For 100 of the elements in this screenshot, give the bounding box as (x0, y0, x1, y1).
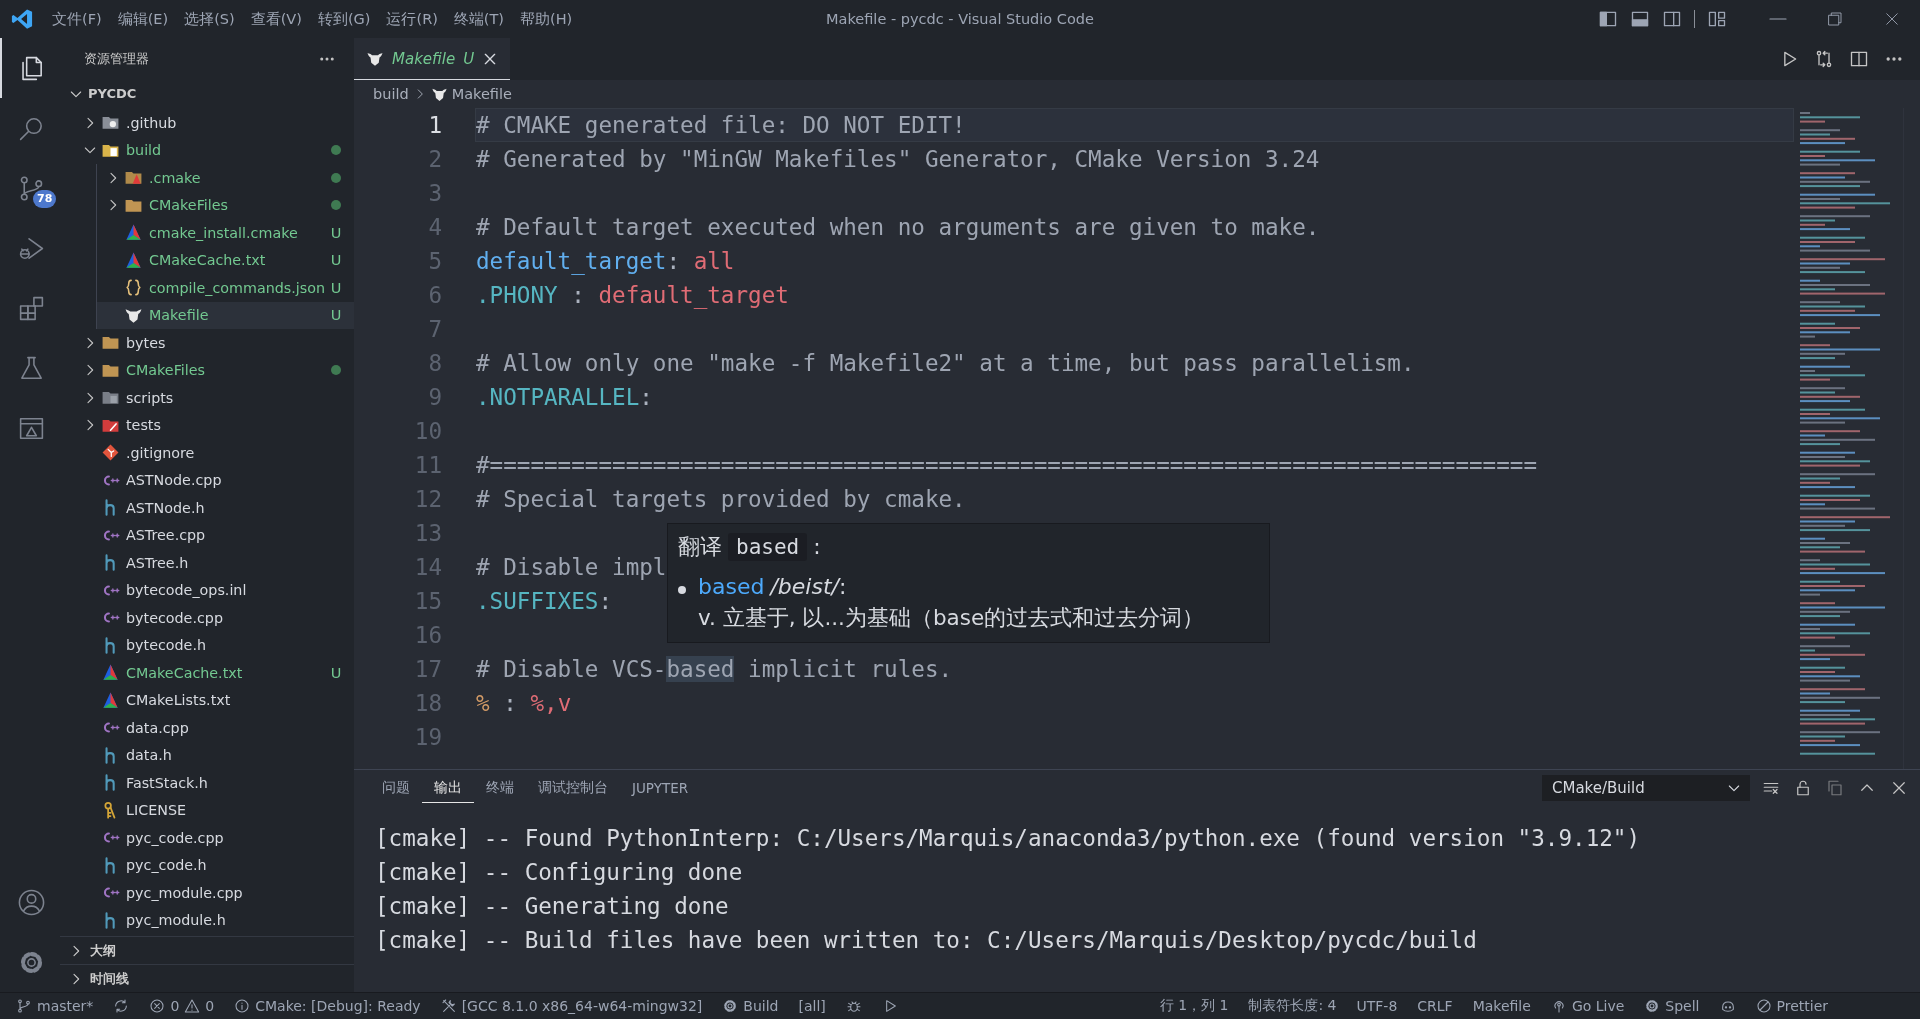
tree-item[interactable]: tests (60, 411, 354, 439)
section-header[interactable]: 大纲 (60, 936, 354, 964)
status-item[interactable]: Spell (1644, 998, 1700, 1014)
menu-item[interactable]: 转到(G) (310, 6, 378, 32)
line-number: 10 (413, 417, 442, 446)
tree-item[interactable]: CMakeFiles (60, 356, 354, 384)
tree-item[interactable]: CMakeCache.txt U (60, 659, 354, 687)
tree-item[interactable]: pyc_code.cpp (60, 824, 354, 852)
tree-item[interactable]: bytecode.h (60, 631, 354, 659)
tree-item[interactable]: ASTNode.cpp (60, 466, 354, 494)
code-line: # Disable VCS-based implicit rules. (475, 655, 954, 684)
file-name: pyc_code.h (126, 857, 207, 874)
triangle-icon (124, 250, 143, 270)
tree-item[interactable]: .cmake (97, 164, 354, 192)
sync-icon (113, 998, 130, 1014)
file-name: bytecode.cpp (126, 609, 223, 626)
panel-tab[interactable]: 输出 (422, 773, 474, 803)
tree-item[interactable]: bytecode.cpp (60, 604, 354, 632)
status-item[interactable]: [all] (798, 998, 826, 1014)
line-number: 18 (413, 689, 442, 718)
panel-tab[interactable]: 调试控制台 (526, 773, 620, 803)
file-name: ASTNode.cpp (126, 472, 222, 489)
status-item[interactable]: Go Live (1550, 998, 1625, 1014)
tree-item[interactable]: CMakeFiles (97, 191, 354, 219)
tree-item[interactable]: .github (60, 109, 354, 137)
folder-name: scripts (126, 389, 174, 406)
output-channel-dropdown[interactable]: CMake/Build (1542, 775, 1750, 801)
window-title: Makefile - pycdc - Visual Studio Code (826, 11, 1094, 27)
folder-header[interactable]: PYCDC (60, 80, 354, 107)
status-item[interactable]: 行 1，列 1 (1159, 997, 1229, 1015)
status-item[interactable]: UTF-8 (1356, 998, 1398, 1014)
error-count: 0 (170, 998, 180, 1014)
file-name: ASTree.cpp (126, 527, 206, 544)
tree-item[interactable]: CMakeLists.txt (60, 686, 354, 714)
tree-item[interactable]: data.h (60, 741, 354, 769)
tree-item[interactable]: pyc_module.cpp (60, 879, 354, 907)
status-item[interactable] (113, 998, 130, 1014)
menu-item[interactable]: 编辑(E) (110, 6, 176, 32)
copy-icon[interactable] (1826, 779, 1844, 797)
status-item[interactable]: Makefile (1472, 998, 1531, 1014)
tree-item[interactable]: cmake_install.cmake U (97, 219, 354, 247)
editor-tab[interactable]: Makefile U (354, 38, 511, 80)
tree-item[interactable]: bytecode_ops.inl (60, 576, 354, 604)
folder-name: build (126, 142, 162, 159)
menu-item[interactable]: 文件(F) (45, 6, 109, 32)
status-item[interactable]: Build (722, 998, 779, 1014)
status-item[interactable]: CRLF (1417, 998, 1453, 1014)
panel-tab[interactable]: 终端 (474, 773, 526, 803)
tree-item[interactable]: bytes (60, 329, 354, 357)
compare-changes-icon[interactable] (1814, 49, 1834, 69)
panel-tab[interactable]: 问题 (370, 773, 422, 803)
tree-item[interactable]: ASTNode.h (60, 494, 354, 522)
output-line: [cmake] -- Found PythonInterp: C:/Users/Marquis/anaconda3/python.exe (found version "3.9.12") (375, 824, 1642, 853)
braces-icon (124, 278, 143, 298)
layout-sidebar-icon[interactable] (1598, 9, 1618, 29)
status-text: Build (743, 998, 779, 1014)
tree-item[interactable]: .gitignore (60, 439, 354, 467)
menu-item[interactable]: 运行(R) (379, 6, 445, 32)
menu-item[interactable]: 查看(V) (243, 6, 309, 32)
breadcrumb-item[interactable]: Makefile (451, 86, 512, 102)
file-name: ASTNode.h (126, 499, 205, 516)
status-item[interactable]: Prettier (1755, 998, 1828, 1014)
tree-item[interactable]: Makefile U (97, 301, 354, 329)
status-item[interactable]: 制表符长度: 4 (1248, 997, 1337, 1015)
tree-item[interactable]: scripts (60, 384, 354, 412)
status-item[interactable] (1719, 998, 1736, 1014)
layout-split-icon[interactable] (1662, 9, 1682, 29)
word-link[interactable]: based (698, 574, 765, 599)
tree-item[interactable]: compile_commands.json U (97, 274, 354, 302)
layout-grid-icon[interactable] (1707, 9, 1727, 29)
menu-item[interactable]: 选择(S) (177, 6, 242, 32)
status-item[interactable]: 0 0 (149, 998, 215, 1014)
close-icon[interactable] (1890, 779, 1908, 797)
panel-tab[interactable]: JUPYTER (620, 774, 701, 802)
tree-item[interactable]: FastStack.h (60, 769, 354, 797)
line-number: 2 (427, 145, 442, 174)
tree-item[interactable]: LICENSE (60, 796, 354, 824)
line-number: 11 (413, 451, 442, 480)
menu-item[interactable]: 帮助(H) (513, 6, 580, 32)
tree-item[interactable]: build (60, 136, 354, 164)
definition: v. 立基于, 以...为基础（base的过去式和过去分词） (698, 604, 1205, 632)
badge: 78 (33, 190, 57, 208)
code-line: default_target: all (475, 247, 736, 277)
layout-panel-icon[interactable] (1630, 9, 1650, 29)
split-editor-icon[interactable] (1849, 49, 1869, 69)
tree-item[interactable]: pyc_module.h (60, 906, 354, 934)
tree-item[interactable]: pyc_code.h (60, 851, 354, 879)
lock-icon[interactable] (1794, 779, 1812, 797)
menu-item[interactable]: 终端(T) (446, 6, 512, 32)
line-number: 16 (413, 621, 442, 650)
file-name: pyc_code.cpp (126, 829, 224, 846)
tree-item[interactable]: ASTree.h (60, 549, 354, 577)
activity-bar-item[interactable]: 78 (0, 158, 60, 218)
code-line: # Default target executed when no arguments are given to make. (475, 213, 1321, 242)
tree-item[interactable]: data.cpp (60, 714, 354, 742)
git-status-label: U (330, 252, 342, 269)
breadcrumb-item[interactable]: build (373, 86, 409, 102)
tree-item[interactable]: ASTree.cpp (60, 521, 354, 549)
tree-item[interactable]: CMakeCache.txt U (97, 246, 354, 274)
status-item[interactable]: master* (16, 998, 94, 1014)
